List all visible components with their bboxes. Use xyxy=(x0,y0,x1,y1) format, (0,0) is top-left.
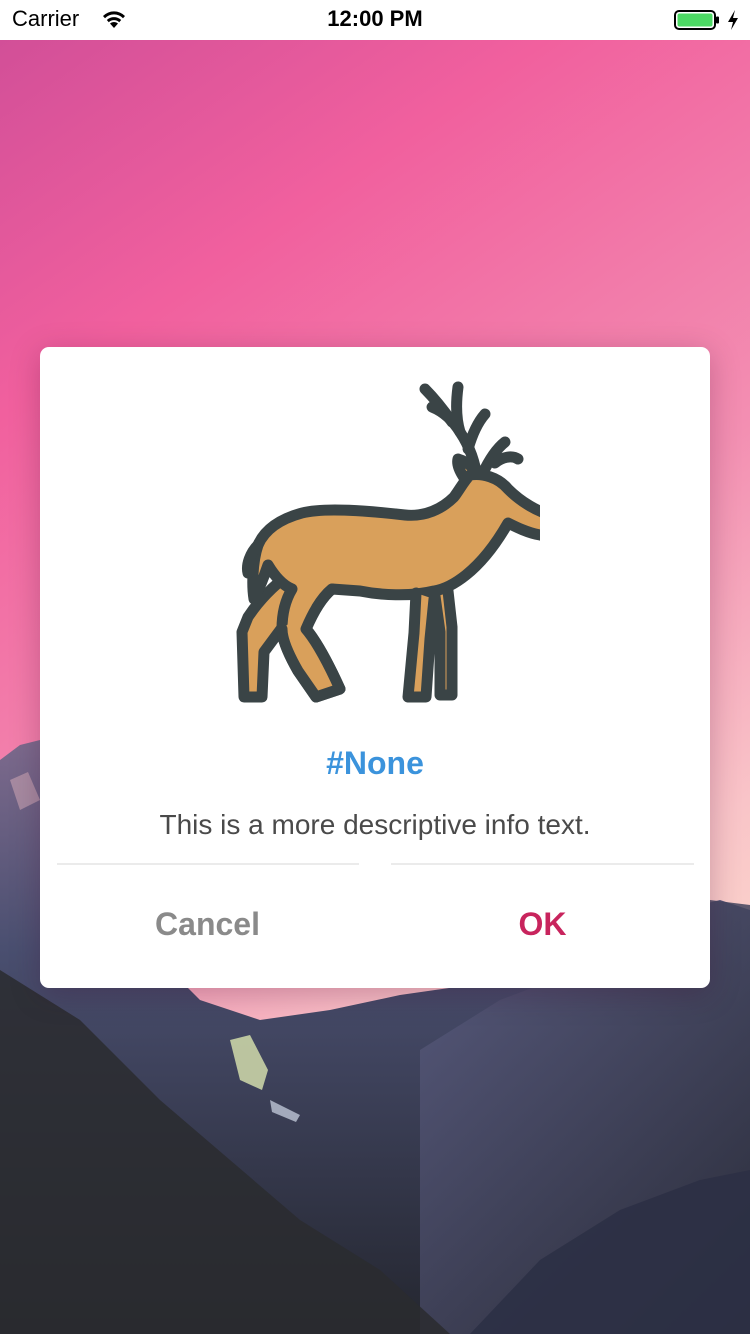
charging-bolt-icon xyxy=(728,10,738,30)
dialog-message: This is a more descriptive info text. xyxy=(159,809,591,840)
battery-icon xyxy=(674,10,719,30)
clock-label: 12:00 PM xyxy=(327,6,423,31)
divider-left xyxy=(57,863,359,865)
ok-button[interactable]: OK xyxy=(375,867,710,982)
cancel-button[interactable]: Cancel xyxy=(40,867,375,982)
status-bar: Carrier 12:00 PM xyxy=(0,0,750,40)
dialog-title: #None xyxy=(326,745,424,781)
deer-icon xyxy=(236,381,540,703)
divider-right xyxy=(391,863,694,865)
alert-dialog: #None This is a more descriptive info te… xyxy=(40,347,710,988)
screen: Carrier 12:00 PM #None This is a more de… xyxy=(0,0,750,1334)
